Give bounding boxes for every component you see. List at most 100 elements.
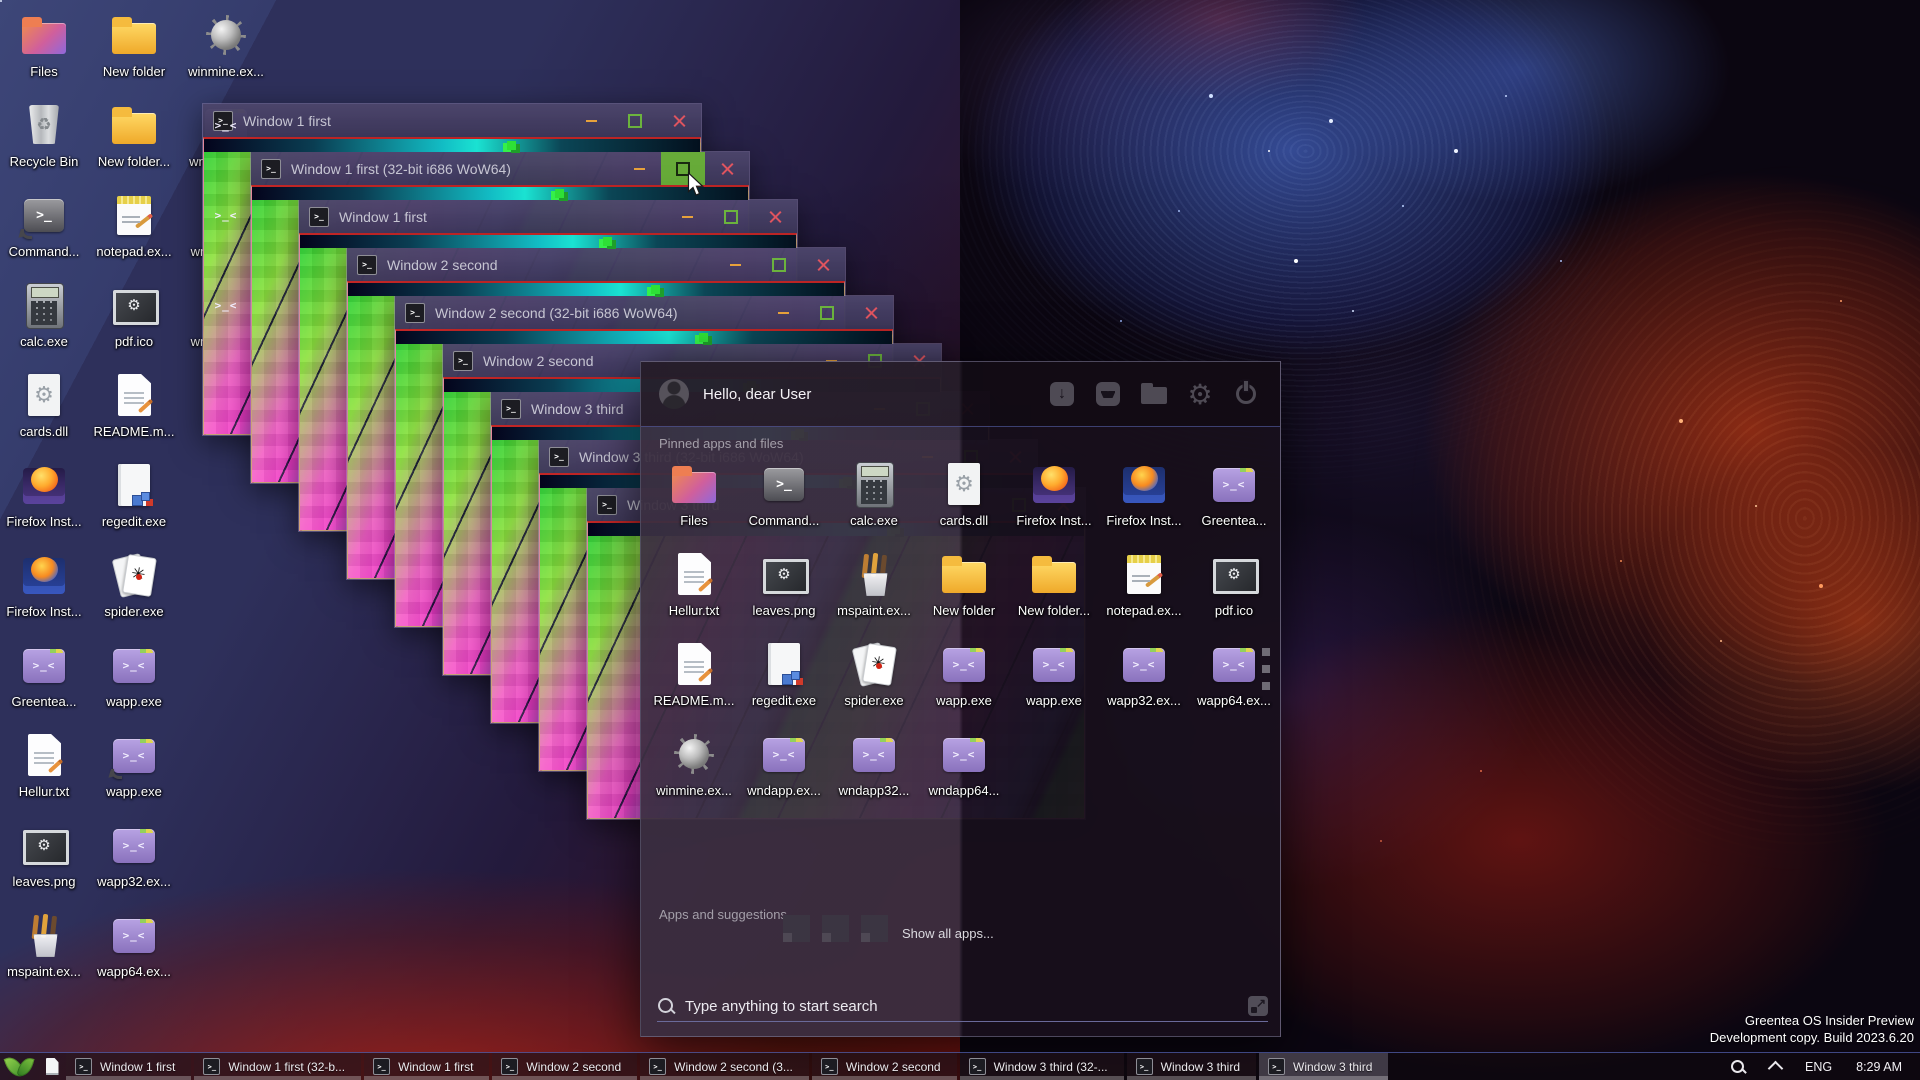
show-all-apps-link[interactable]: Show all apps... (902, 926, 994, 941)
window-title: Window 2 second (387, 257, 498, 273)
taskbar-button-label: Window 1 first (100, 1060, 175, 1074)
taskbar-window-button[interactable]: Window 1 first (32-b... (194, 1053, 361, 1080)
window-content-top-band (252, 187, 748, 200)
pinned-app[interactable]: leaves.png (739, 544, 829, 634)
app-icon (1210, 550, 1258, 598)
minimize-button[interactable] (665, 200, 709, 233)
menu-action-icon[interactable] (1184, 378, 1216, 410)
window-titlebar[interactable]: Window 1 first (299, 200, 797, 233)
window-titlebar[interactable]: Window 1 first (203, 104, 701, 137)
user-avatar-icon[interactable] (659, 379, 689, 409)
taskbar-window-button[interactable]: Window 2 second (492, 1053, 637, 1080)
window-title: Window 1 first (339, 209, 427, 225)
suggestion-placeholder[interactable] (822, 915, 849, 942)
taskbar-button-label: Window 2 second (846, 1060, 941, 1074)
window-titlebar[interactable]: Window 1 first (32-bit i686 WoW64) (251, 152, 749, 185)
pinned-app[interactable]: Firefox Inst... (1099, 454, 1189, 544)
pinned-apps-grid: Files Command... calc.exe (649, 454, 1279, 814)
tray-language[interactable]: ENG (1805, 1060, 1832, 1074)
taskbar-window-button[interactable]: Window 3 third (1259, 1053, 1388, 1080)
window-content-top-band (300, 235, 796, 248)
close-button[interactable] (801, 248, 845, 281)
start-menu-header: Hello, dear User (641, 362, 1280, 427)
pinned-app[interactable]: wndapp64... (919, 724, 1009, 814)
pinned-app[interactable]: wapp.exe (919, 634, 1009, 724)
close-button[interactable] (753, 200, 797, 233)
pinned-app[interactable]: Files (649, 454, 739, 544)
window-title: Window 2 second (32-bit i686 WoW64) (435, 305, 678, 321)
app-label: leaves.png (753, 603, 816, 618)
app-icon (940, 550, 988, 598)
app-icon (1030, 460, 1078, 508)
app-label: wapp.exe (1026, 693, 1082, 708)
app-icon (760, 730, 808, 778)
taskbar-window-button[interactable]: Window 3 third (32-... (960, 1053, 1124, 1080)
taskbar-window-button[interactable]: Window 3 third (1127, 1053, 1256, 1080)
pinned-app[interactable]: New folder... (1009, 544, 1099, 634)
maximize-button[interactable] (613, 104, 657, 137)
app-label: wndapp64... (929, 783, 1000, 798)
tray-search-icon[interactable] (1730, 1059, 1746, 1075)
scroll-handle[interactable] (1262, 648, 1270, 690)
taskbar-window-button[interactable]: Window 1 first (364, 1053, 489, 1080)
window-content-top-band (396, 331, 892, 344)
pinned-app[interactable]: Command... (739, 454, 829, 544)
app-icon (850, 460, 898, 508)
pinned-app[interactable]: mspaint.ex... (829, 544, 919, 634)
pinned-app[interactable]: wndapp.ex... (739, 724, 829, 814)
pinned-app[interactable]: calc.exe (829, 454, 919, 544)
pinned-app[interactable]: Greentea... (1189, 454, 1279, 544)
menu-action-icon[interactable] (1046, 378, 1078, 410)
suggestion-placeholder[interactable] (783, 915, 810, 942)
pinned-section-label: Pinned apps and files (659, 436, 783, 451)
menu-action-icon[interactable] (1092, 378, 1124, 410)
menu-action-icon[interactable] (1138, 378, 1170, 410)
pinned-app[interactable]: Firefox Inst... (1009, 454, 1099, 544)
taskbar-window-button[interactable]: Window 1 first (66, 1053, 191, 1080)
window-content-top-band (204, 139, 700, 152)
suggestion-placeholder[interactable] (861, 915, 888, 942)
pinned-app[interactable]: wapp32.ex... (1099, 634, 1189, 724)
close-button[interactable] (849, 296, 893, 329)
pinned-app[interactable]: cards.dll (919, 454, 1009, 544)
maximize-button[interactable] (805, 296, 849, 329)
pinned-app[interactable]: wapp.exe (1009, 634, 1099, 724)
pinned-app[interactable]: pdf.ico (1189, 544, 1279, 634)
pinned-app[interactable]: winmine.ex... (649, 724, 739, 814)
greentea-leaf-logo-icon (5, 1055, 35, 1079)
tray-chevron-up-icon[interactable] (1768, 1061, 1784, 1077)
close-button[interactable] (705, 152, 749, 185)
pinned-app[interactable]: notepad.ex... (1099, 544, 1189, 634)
app-icon (760, 640, 808, 688)
maximize-button[interactable] (757, 248, 801, 281)
taskbar-button-icon (649, 1058, 666, 1075)
window-titlebar[interactable]: Window 2 second (347, 248, 845, 281)
window-titlebar[interactable]: Window 2 second (32-bit i686 WoW64) (395, 296, 893, 329)
minimize-button[interactable] (569, 104, 613, 137)
minimize-button[interactable] (617, 152, 661, 185)
pinned-app[interactable]: New folder (919, 544, 1009, 634)
minimize-button[interactable] (761, 296, 805, 329)
app-icon (670, 640, 718, 688)
menu-action-icon[interactable] (1230, 378, 1262, 410)
taskbar-window-button[interactable]: Window 2 second (3... (640, 1053, 809, 1080)
pinned-app[interactable]: Hellur.txt (649, 544, 739, 634)
window-title: Window 1 first (32-bit i686 WoW64) (291, 161, 511, 177)
close-button[interactable] (657, 104, 701, 137)
search-input[interactable] (683, 997, 1248, 1016)
start-button[interactable] (0, 1053, 40, 1080)
pinned-app[interactable]: regedit.exe (739, 634, 829, 724)
build-watermark: Greentea OS Insider Preview Development … (1710, 1012, 1914, 1046)
pinned-app[interactable]: wndapp32... (829, 724, 919, 814)
app-label: Command... (749, 513, 820, 528)
minimize-button[interactable] (713, 248, 757, 281)
taskbar-window-button[interactable]: Window 2 second (812, 1053, 957, 1080)
pinned-app[interactable]: spider.exe (829, 634, 919, 724)
expand-search-icon[interactable] (1248, 996, 1268, 1016)
tray-clock[interactable]: 8:29 AM (1856, 1060, 1902, 1074)
pinned-app[interactable]: README.m... (649, 634, 739, 724)
maximize-button[interactable] (709, 200, 753, 233)
quick-launch-document-icon[interactable] (40, 1053, 64, 1080)
app-icon (670, 730, 718, 778)
window-title: Window 1 first (243, 113, 331, 129)
